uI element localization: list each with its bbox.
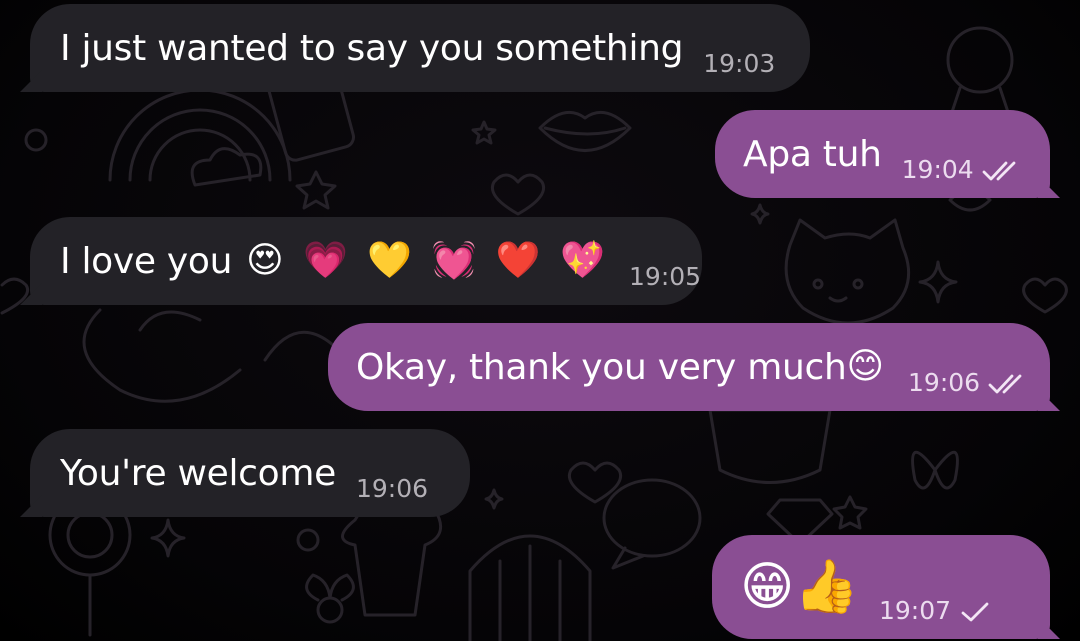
message-meta: 19:07 xyxy=(879,596,993,625)
message-bubble-incoming[interactable]: I love you 😍 💗 💛 💓 ❤️ 💖 19:05 xyxy=(30,217,702,305)
message-text: Okay, thank you very much xyxy=(356,346,847,388)
message-bubble-outgoing[interactable]: Okay, thank you very much 😊 19:06 xyxy=(328,323,1050,411)
message-time: 19:06 xyxy=(908,368,981,397)
message-meta: 19:03 xyxy=(703,49,775,78)
message-meta: 19:04 xyxy=(902,155,1026,184)
message-time: 19:03 xyxy=(703,49,776,78)
message-meta: 19:06 xyxy=(908,368,1032,397)
single-check-icon xyxy=(959,601,993,623)
message-bubble-outgoing[interactable]: 😁👍 19:07 xyxy=(712,535,1050,639)
message-emoji: 😊 xyxy=(846,346,889,387)
message-text: Apa tuh xyxy=(743,133,882,175)
message-emoji: 😁👍 xyxy=(740,557,859,617)
chat-window: I just wanted to say you something 19:03… xyxy=(0,0,1080,641)
message-text: You're welcome xyxy=(60,452,336,494)
message-bubble-incoming[interactable]: I just wanted to say you something 19:03 xyxy=(30,4,810,92)
message-time: 19:06 xyxy=(355,474,429,503)
message-bubble-outgoing[interactable]: Apa tuh 19:04 xyxy=(715,110,1050,198)
message-meta: 19:05 xyxy=(629,262,701,291)
message-text: I just wanted to say you something xyxy=(60,27,684,69)
message-meta: 19:06 xyxy=(356,474,428,503)
message-emoji: 😍 💗 💛 💓 ❤️ 💖 xyxy=(246,240,610,281)
message-time: 19:07 xyxy=(878,596,952,625)
message-text: I love you xyxy=(60,240,233,282)
double-check-icon xyxy=(988,373,1032,395)
message-bubble-incoming[interactable]: You're welcome 19:06 xyxy=(30,429,470,517)
message-time: 19:04 xyxy=(901,155,974,184)
message-time: 19:05 xyxy=(629,262,702,291)
double-check-icon xyxy=(982,160,1026,182)
